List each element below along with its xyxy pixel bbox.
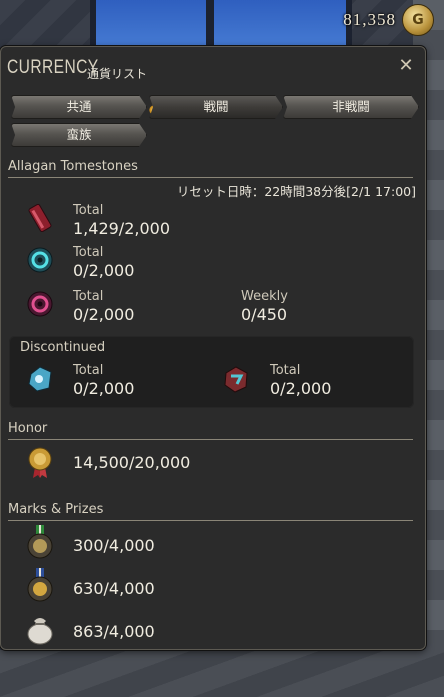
currency-window: CURRENCY 通貨リスト ✕ 共通 戦闘 非戦闘 蛮族 Allagan To…	[0, 46, 426, 650]
window-titlebar[interactable]: CURRENCY 通貨リスト ✕	[1, 47, 425, 87]
gil-coin-icon: G	[402, 4, 434, 36]
gold-medal-icon	[25, 447, 55, 478]
total-value: 0/2,000	[73, 305, 135, 324]
total-label: Total	[73, 289, 104, 304]
section-divider	[8, 439, 413, 440]
currency-row[interactable]: 300/4,000	[1, 525, 425, 568]
total-value: 0/2,000	[270, 379, 332, 398]
window-title: CURRENCY	[7, 57, 99, 78]
total-label: Total	[270, 363, 301, 378]
weekly-value: 0/450	[241, 305, 288, 324]
tab-beast-tribe[interactable]: 蛮族	[11, 123, 147, 147]
tab-common[interactable]: 共通	[11, 95, 147, 119]
mark-value: 630/4,000	[73, 579, 155, 598]
section-header-honor: Honor	[8, 421, 48, 436]
total-value: 1,429/2,000	[73, 219, 170, 238]
tab-non-battle[interactable]: 非戦闘	[283, 95, 419, 119]
category-tabs: 共通 戦闘 非戦闘 蛮族	[11, 95, 421, 155]
blue-ribbon-medal-icon	[25, 568, 55, 602]
section-divider	[8, 520, 413, 521]
currency-row[interactable]: 14,500/20,000	[1, 447, 425, 487]
discontinued-header: Discontinued	[20, 340, 106, 355]
reset-time: リセット日時：22時間38分後[2/1 17:00]	[176, 184, 416, 199]
total-label: Total	[73, 203, 104, 218]
teal-tomestone-icon	[25, 245, 55, 275]
total-value: 0/2,000	[73, 379, 135, 398]
gil-amount: 81,358	[343, 10, 396, 29]
background-floor	[0, 650, 444, 697]
currency-row[interactable]: 630/4,000	[1, 568, 425, 611]
gil-bag-icon	[25, 614, 55, 645]
total-label: Total	[73, 363, 104, 378]
currency-row[interactable]: Total 1,429/2,000	[1, 203, 425, 243]
section-divider	[8, 177, 413, 178]
weekly-label: Weekly	[241, 289, 288, 304]
total-label: Total	[73, 245, 104, 260]
section-header-marks: Marks & Prizes	[8, 502, 104, 517]
total-value: 0/2,000	[73, 261, 135, 280]
section-header-tomestones: Allagan Tomestones	[8, 159, 138, 174]
gil-display: 81,358 G	[343, 4, 434, 36]
pink-tomestone-icon	[25, 289, 55, 319]
currency-row[interactable]: Total 0/2,000	[1, 245, 425, 285]
currency-row[interactable]: Total 0/2,000 Weekly 0/450	[1, 289, 425, 329]
mark-value: 863/4,000	[73, 622, 155, 641]
honor-value: 14,500/20,000	[73, 453, 191, 472]
mark-value: 300/4,000	[73, 536, 155, 555]
discontinued-panel: Discontinued Total 0/2,000 Total 0/2,000	[9, 336, 414, 408]
window-subtitle: 通貨リスト	[87, 67, 148, 81]
green-ribbon-medal-icon	[25, 525, 55, 559]
currency-row[interactable]: 863/4,000	[1, 614, 425, 654]
tab-battle[interactable]: 戦闘	[149, 95, 283, 119]
blue-tomestone-icon	[25, 364, 55, 394]
red-tomestone-icon	[25, 203, 55, 233]
crimson-tomestone-icon	[221, 364, 251, 394]
crossed-tools-icon[interactable]: ✕	[395, 55, 417, 77]
